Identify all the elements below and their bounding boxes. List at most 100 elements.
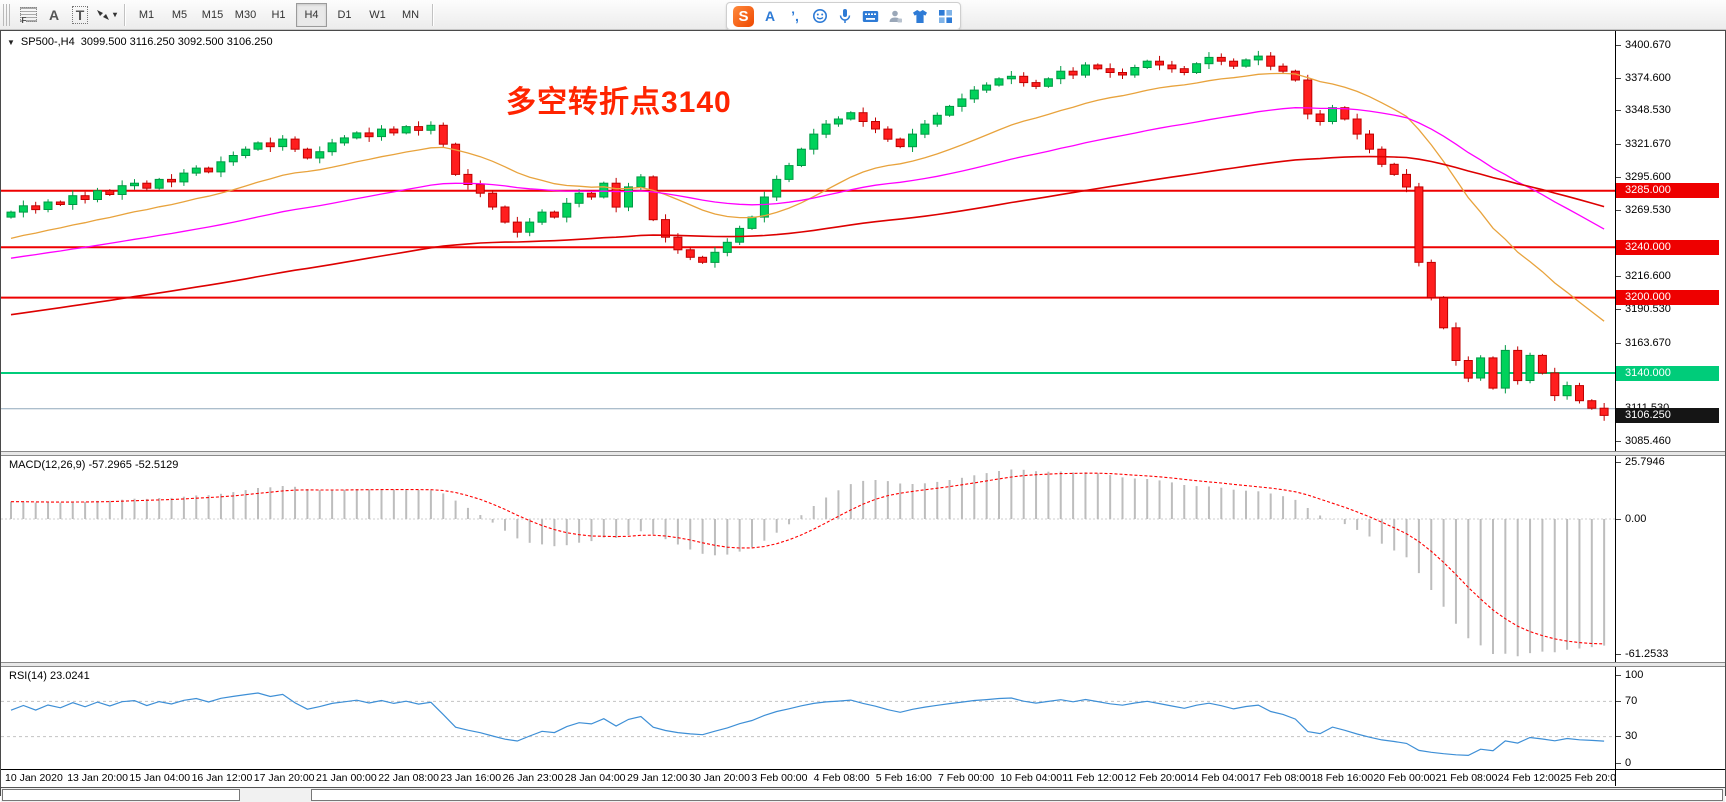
candle-body[interactable]: [748, 217, 756, 228]
candle-body[interactable]: [501, 207, 509, 222]
candle-body[interactable]: [1131, 68, 1139, 76]
candle-body[interactable]: [1415, 187, 1423, 262]
candle-body[interactable]: [365, 133, 373, 137]
candle-body[interactable]: [587, 193, 595, 197]
candle-body[interactable]: [686, 250, 694, 257]
candle-body[interactable]: [291, 139, 299, 149]
candle-body[interactable]: [736, 228, 744, 242]
candle-body[interactable]: [279, 139, 287, 147]
candle-body[interactable]: [723, 242, 731, 252]
candle-body[interactable]: [1427, 262, 1435, 297]
sogou-toolbox-icon[interactable]: [936, 7, 954, 25]
candle-body[interactable]: [711, 252, 719, 262]
timeframe-d1[interactable]: D1: [329, 3, 360, 27]
candle-body[interactable]: [921, 124, 929, 134]
candle-body[interactable]: [1217, 57, 1225, 61]
candle-body[interactable]: [242, 149, 250, 155]
candle-body[interactable]: [1279, 66, 1287, 71]
candle-body[interactable]: [797, 149, 805, 165]
candle-body[interactable]: [1254, 56, 1262, 60]
candle-body[interactable]: [476, 184, 484, 193]
candle-body[interactable]: [1563, 386, 1571, 396]
collapse-triangle-icon[interactable]: ▼: [7, 38, 15, 47]
candle-body[interactable]: [415, 127, 423, 131]
candle-body[interactable]: [69, 196, 77, 205]
candle-body[interactable]: [983, 85, 991, 90]
candle-body[interactable]: [205, 168, 213, 172]
timeframe-h4[interactable]: H4: [296, 3, 327, 27]
candle-body[interactable]: [1329, 108, 1337, 122]
candle-body[interactable]: [1119, 73, 1127, 76]
candle-body[interactable]: [1489, 358, 1497, 388]
candle-body[interactable]: [612, 183, 620, 207]
candle-body[interactable]: [699, 257, 707, 262]
timeframe-m15[interactable]: M15: [197, 3, 228, 27]
scrollbar-segment[interactable]: [2, 789, 240, 801]
sogou-punctuation-icon[interactable]: ’,: [786, 7, 804, 25]
candle-body[interactable]: [1477, 358, 1485, 378]
timeframe-w1[interactable]: W1: [362, 3, 393, 27]
candle-body[interactable]: [1069, 71, 1077, 75]
candle-body[interactable]: [538, 212, 546, 222]
candle-body[interactable]: [958, 99, 966, 107]
timeframe-m5[interactable]: M5: [164, 3, 195, 27]
candle-body[interactable]: [1168, 65, 1176, 69]
rsi-indicator-area[interactable]: RSI(14) 23.0241: [1, 667, 1616, 769]
candle-body[interactable]: [1353, 119, 1361, 134]
timeframe-h1[interactable]: H1: [263, 3, 294, 27]
candle-body[interactable]: [1576, 386, 1584, 401]
candle-body[interactable]: [933, 115, 941, 124]
candle-body[interactable]: [1291, 71, 1299, 80]
candle-body[interactable]: [872, 122, 880, 130]
candle-body[interactable]: [1526, 355, 1534, 380]
candle-body[interactable]: [995, 79, 1003, 85]
candle-body[interactable]: [847, 113, 855, 119]
template-grid-icon[interactable]: F: [15, 3, 41, 27]
candle-body[interactable]: [254, 143, 262, 149]
candle-body[interactable]: [439, 125, 447, 144]
scrollbar-thumb[interactable]: [311, 789, 1723, 801]
candle-body[interactable]: [19, 206, 27, 212]
candle-body[interactable]: [427, 125, 435, 130]
toolbar-drag-handle[interactable]: [3, 4, 11, 26]
candle-body[interactable]: [896, 139, 904, 147]
candle-body[interactable]: [229, 156, 237, 162]
candle-body[interactable]: [810, 134, 818, 149]
candle-body[interactable]: [56, 202, 64, 205]
rsi-axis[interactable]: 10070300: [1616, 667, 1725, 769]
arrow-objects-button[interactable]: ▾: [93, 3, 119, 27]
macd-indicator-area[interactable]: MACD(12,26,9) -57.2965 -52.5129: [1, 456, 1616, 662]
candle-body[interactable]: [760, 197, 768, 217]
candle-body[interactable]: [575, 193, 583, 203]
candle-body[interactable]: [884, 129, 892, 139]
candle-body[interactable]: [390, 129, 398, 133]
candle-body[interactable]: [1180, 69, 1188, 73]
candle-body[interactable]: [909, 134, 917, 147]
candle-body[interactable]: [81, 196, 89, 200]
text-label-tool-button[interactable]: A: [41, 3, 67, 27]
candle-body[interactable]: [402, 127, 410, 133]
candle-body[interactable]: [946, 106, 954, 115]
sogou-account-icon[interactable]: [886, 7, 904, 25]
candle-body[interactable]: [328, 143, 336, 152]
candle-body[interactable]: [674, 237, 682, 250]
sogou-language-icon[interactable]: A: [761, 7, 779, 25]
candle-body[interactable]: [1403, 174, 1411, 187]
candle-body[interactable]: [7, 212, 15, 217]
candle-body[interactable]: [1514, 350, 1522, 380]
timeframe-m30[interactable]: M30: [230, 3, 261, 27]
candle-body[interactable]: [1390, 164, 1398, 174]
candle-body[interactable]: [649, 177, 657, 220]
candle-body[interactable]: [1106, 69, 1114, 73]
candle-body[interactable]: [600, 183, 608, 197]
candle-body[interactable]: [316, 152, 324, 158]
candle-body[interactable]: [773, 179, 781, 197]
candle-body[interactable]: [625, 187, 633, 207]
candle-body[interactable]: [637, 177, 645, 187]
candle-body[interactable]: [1464, 361, 1472, 379]
sogou-skin-icon[interactable]: [911, 7, 929, 25]
candle-body[interactable]: [859, 113, 867, 122]
candle-body[interactable]: [1551, 373, 1559, 396]
candle-body[interactable]: [1020, 76, 1028, 82]
candle-body[interactable]: [1538, 355, 1546, 373]
